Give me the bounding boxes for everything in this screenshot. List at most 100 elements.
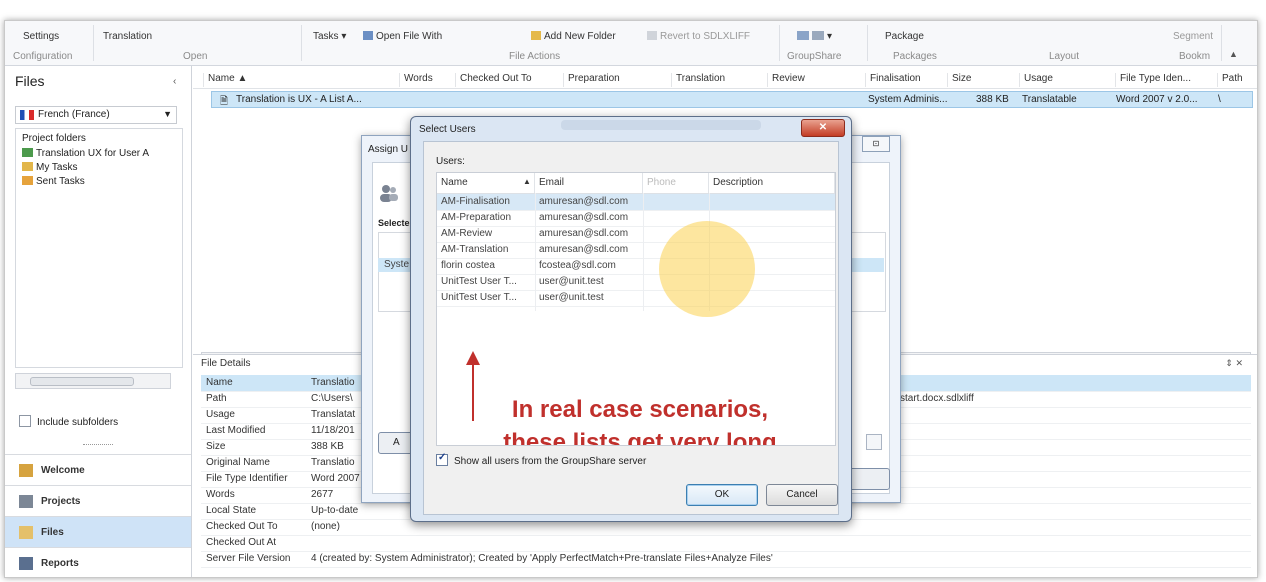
user-group-icon <box>812 31 824 40</box>
detail-label: Words <box>206 489 235 500</box>
header-label: Name <box>441 177 468 188</box>
column-header-preparation[interactable]: Preparation <box>563 73 620 87</box>
column-header-phone[interactable]: Phone <box>643 173 709 193</box>
settings-icon[interactable] <box>866 434 882 450</box>
column-header-path[interactable]: Path <box>1217 73 1243 87</box>
table-row[interactable]: AM-Finalisation amuresan@sdl.com <box>437 194 835 211</box>
nav-item-reports[interactable]: Reports <box>5 547 191 577</box>
group-packages: Packages <box>893 51 937 62</box>
ok-button[interactable]: OK <box>686 484 758 506</box>
project-folders-label: Project folders <box>22 133 86 144</box>
detail-label: Name <box>206 377 233 388</box>
france-flag-icon <box>20 110 34 120</box>
column-header-finalisation[interactable]: Finalisation <box>865 73 921 87</box>
tree-item-label: Sent Tasks <box>36 176 85 187</box>
selected-label: Selecte <box>378 218 410 228</box>
detail-path-tail: start.docx.sdlxliff <box>900 393 974 404</box>
scrollbar-thumb[interactable] <box>30 377 134 386</box>
table-row[interactable]: UnitTest User T... user@unit.test <box>437 274 835 291</box>
groupshare-caret: ▾ <box>827 31 833 42</box>
column-header-name[interactable]: Name ▲ <box>437 173 535 193</box>
detail-label: Last Modified <box>206 425 266 436</box>
nav-item-files[interactable]: Files <box>5 516 191 548</box>
settings-button[interactable]: Settings <box>23 31 59 42</box>
column-header-description[interactable]: Description <box>709 173 835 193</box>
table-row[interactable]: AM-Review amuresan@sdl.com <box>437 226 835 243</box>
detail-row[interactable]: Checked Out At <box>201 535 1251 552</box>
cancel-button[interactable]: Cancel <box>766 484 838 506</box>
user-email: amuresan@sdl.com <box>539 228 629 239</box>
add-new-folder-button[interactable]: Add New Folder <box>531 31 616 42</box>
translation-button[interactable]: Translation <box>103 31 152 42</box>
splitter-grip[interactable] <box>83 444 113 445</box>
row-name: Translation is UX - A List A... <box>236 94 362 105</box>
column-divider <box>643 193 644 311</box>
users-icon <box>378 182 400 204</box>
segment-button[interactable]: Segment <box>1173 31 1213 42</box>
tasks-icon <box>22 162 33 171</box>
user-name: AM-Translation <box>441 244 509 255</box>
nav-item-projects[interactable]: Projects <box>5 485 191 517</box>
detail-label: Usage <box>206 409 235 420</box>
panel-title: Files <box>15 73 45 89</box>
include-subfolders-checkbox[interactable]: Include subfolders <box>19 415 118 428</box>
user-email: amuresan@sdl.com <box>539 244 629 255</box>
ribbon-separator <box>93 25 94 61</box>
table-row[interactable]: 🗎 Translation is UX - A List A... System… <box>211 91 1253 108</box>
nav-item-welcome[interactable]: Welcome <box>5 454 191 486</box>
column-header-review[interactable]: Review <box>767 73 805 87</box>
table-row[interactable]: AM-Preparation amuresan@sdl.com <box>437 210 835 227</box>
column-header-size[interactable]: Size <box>947 73 971 87</box>
table-row[interactable]: AM-Translation amuresan@sdl.com <box>437 242 835 259</box>
panel-controls[interactable]: ⇕ ✕ <box>1225 358 1243 369</box>
tree-horizontal-scrollbar[interactable] <box>15 373 171 389</box>
column-header-words[interactable]: Words <box>399 73 433 87</box>
add-new-folder-label: Add New Folder <box>544 31 616 42</box>
revert-button[interactable]: Revert to SDLXLIFF <box>647 31 750 42</box>
column-header-email[interactable]: Email <box>535 173 643 193</box>
nav-label: Projects <box>41 496 81 507</box>
tree-item-label: Translation UX for User A <box>36 148 150 159</box>
show-all-users-checkbox[interactable]: Show all users from the GroupShare serve… <box>436 452 646 467</box>
folder-icon <box>531 31 541 40</box>
detail-value: 2677 <box>311 489 334 500</box>
language-dropdown[interactable]: French (France) ▼ <box>15 106 177 124</box>
include-subfolders-label: Include subfolders <box>37 417 119 428</box>
column-header-file-type[interactable]: File Type Iden... <box>1115 73 1191 87</box>
home-icon <box>19 464 33 477</box>
dialog-body: Users: Name ▲ Email Phone Description AM-… <box>423 141 839 515</box>
users-label: Users: <box>436 156 465 167</box>
detail-row[interactable]: Server File Version 4 (created by: System… <box>201 551 1251 568</box>
ribbon-separator <box>1221 25 1222 61</box>
header-divider <box>193 88 1257 89</box>
reports-icon <box>19 557 33 570</box>
revert-label: Revert to SDLXLIFF <box>660 31 751 42</box>
annotation-line: these lists get very long <box>503 429 777 446</box>
user-email: amuresan@sdl.com <box>539 212 629 223</box>
tasks-button[interactable]: Tasks ▾ <box>313 31 346 42</box>
column-header-name[interactable]: Name ▲ <box>203 73 388 87</box>
maximize-button[interactable]: ⊡ <box>862 136 890 152</box>
open-file-with-button[interactable]: Open File With <box>363 31 442 42</box>
row-usage: Translatable <box>1022 94 1077 105</box>
project-icon <box>22 148 33 157</box>
column-header-usage[interactable]: Usage <box>1019 73 1053 87</box>
table-row[interactable]: UnitTest User T... user@unit.test <box>437 290 835 307</box>
table-row[interactable]: florin costea fcostea@sdl.com <box>437 258 835 275</box>
tree-item-sent-tasks[interactable]: Sent Tasks <box>22 176 85 187</box>
detail-value: (none) <box>311 521 340 532</box>
column-header-checked-out-to[interactable]: Checked Out To <box>455 73 532 87</box>
detail-value: 388 KB <box>311 441 344 452</box>
column-header-translation[interactable]: Translation <box>671 73 725 87</box>
user-name: florin costea <box>441 260 495 271</box>
detail-value: Up-to-date <box>311 505 359 516</box>
collapse-panel-icon[interactable]: ‹ <box>173 76 176 87</box>
collapse-ribbon-icon[interactable]: ▲ <box>1229 49 1238 59</box>
package-button[interactable]: Package <box>885 31 924 42</box>
row-size: 388 KB <box>976 94 1009 105</box>
tree-item-translation-ux[interactable]: Translation UX for User A <box>22 148 149 159</box>
list-item-label: Syste <box>384 259 410 270</box>
groupshare-menu-button[interactable]: ▾ <box>797 31 832 42</box>
close-button[interactable]: ✕ <box>801 119 845 137</box>
tree-item-my-tasks[interactable]: My Tasks <box>22 162 78 173</box>
